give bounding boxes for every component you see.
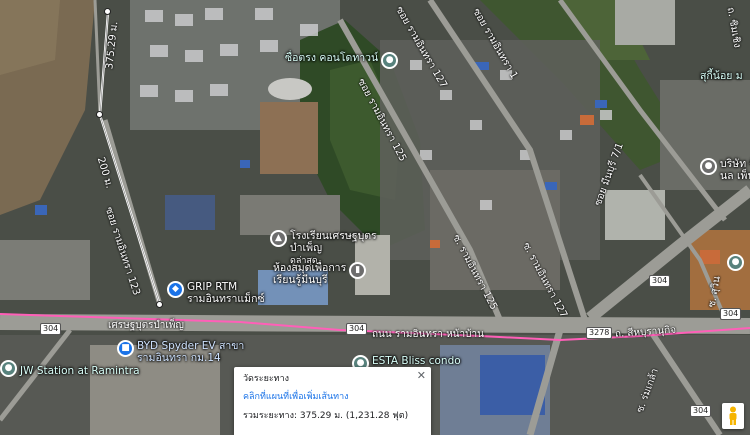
pegman-button[interactable] — [722, 403, 744, 429]
measure-panel-title: วัดระยะทาง — [243, 374, 290, 384]
poi-sublabel: บำเพ็ญ — [290, 242, 323, 254]
car-icon: ■ — [117, 340, 134, 357]
measure-panel-hint: คลิกที่แผนที่เพื่อเพิ่มเส้นทาง — [243, 392, 349, 402]
close-icon[interactable]: ✕ — [417, 369, 426, 382]
route-shield: 304 — [690, 405, 712, 417]
pin-icon: ● — [381, 52, 399, 69]
route-shield: 304 — [40, 323, 62, 335]
poi-grip-rtm[interactable]: ◆ GRIP RTM รามอินทราแม็กซ์ — [167, 281, 265, 305]
poi-sublabel: นล เพ็น — [720, 170, 750, 182]
poi-suki-noi[interactable]: สุกี้น้อย ม — [700, 70, 743, 82]
poi-label: GRIP RTM — [187, 281, 238, 293]
poi-label: บริษัท ซี — [720, 158, 750, 170]
distance-value: 375.29 ม. (1,231.28 ฟุต) — [299, 411, 409, 421]
poi-label: JW Station at Ramintra — [20, 365, 140, 377]
poi-sue-trong-condotown[interactable]: ● ซื่อตรง คอนโดทาวน์ — [285, 52, 399, 69]
library-icon: ▮ — [349, 262, 367, 279]
road-label: เศรษฐบุตรบำเพ็ญ — [108, 320, 184, 331]
poi-jw-station[interactable]: ● JW Station at Ramintra — [0, 360, 140, 377]
measure-vertex[interactable] — [104, 8, 111, 15]
poi-label: สุกี้น้อย ม — [700, 70, 743, 82]
map-canvas[interactable]: 375.29 ม. 200 ม. ซอย รามอินทรา 127 ซอย ร… — [0, 0, 750, 435]
poi-library[interactable]: ▮ ห้องสมุดเพื่อการ เรียนรู้มีนบุรี — [273, 262, 367, 286]
poi-label: BYD Spyder EV สาขา — [137, 340, 245, 352]
route-shield: 304 — [720, 308, 742, 320]
road-label: ถนน รามอินทรา หน้าบ้าน — [372, 329, 484, 340]
pin-icon: ● — [700, 158, 717, 175]
poi-label: ESTA Bliss condo — [372, 355, 461, 367]
route-shield: 304 — [346, 323, 368, 335]
distance-label: รวมระยะทาง: — [243, 411, 298, 421]
shopping-icon: ◆ — [167, 281, 184, 298]
route-shield: 3278 — [586, 327, 613, 339]
poi-company[interactable]: ● บริษัท ซี นล เพ็น — [700, 158, 750, 182]
measure-vertex[interactable] — [96, 111, 103, 118]
pin-icon: ● — [0, 360, 17, 377]
poi-label: โรงเรียนเศรษฐบุตร — [290, 230, 377, 242]
measure-vertex[interactable] — [156, 301, 163, 308]
poi-sublabel: รามอินทรา กม.14 — [137, 352, 221, 364]
poi-label: ห้องสมุดเพื่อการ — [273, 262, 347, 274]
route-shield: 304 — [649, 275, 671, 287]
poi-sublabel: เรียนรู้มีนบุรี — [273, 274, 328, 286]
measure-distance-panel: ✕ วัดระยะทาง คลิกที่แผนที่เพื่อเพิ่มเส้น… — [234, 367, 431, 435]
poi-label: ซื่อตรง คอนโดทาวน์ — [285, 52, 379, 64]
measure-total-distance: รวมระยะทาง: 375.29 ม. (1,231.28 ฟุต) — [243, 410, 422, 422]
pegman-icon — [729, 406, 737, 425]
poi-sublabel: รามอินทราแม็กซ์ — [187, 293, 265, 305]
school-icon: ▲ — [270, 230, 287, 247]
poi-right-pin[interactable]: ● — [727, 254, 744, 271]
pin-icon: ● — [727, 254, 744, 271]
